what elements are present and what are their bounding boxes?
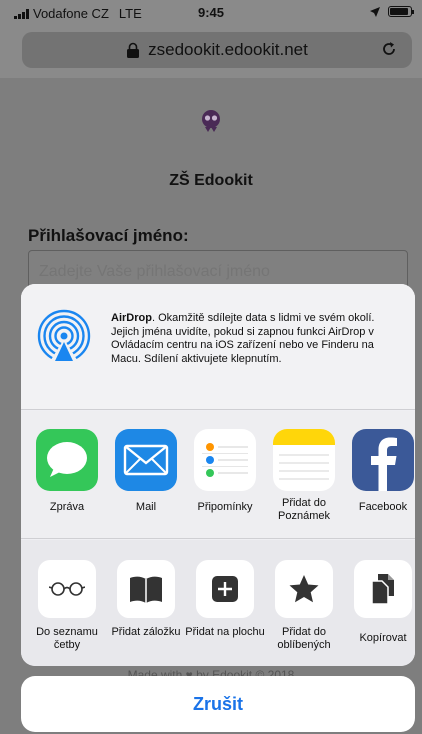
url-text: zsedookit.edookit.net [148, 40, 308, 59]
reload-icon[interactable] [380, 40, 398, 58]
browser-toolbar: zsedookit.edookit.net [0, 26, 422, 78]
action-label: Přidat na plochu [185, 626, 265, 638]
notes-icon [273, 429, 335, 491]
edookit-logo-icon [202, 110, 220, 132]
action-label: Do seznamu četby [36, 626, 98, 651]
share-app-messages[interactable]: Zpráva [27, 429, 107, 514]
address-bar[interactable]: zsedookit.edookit.net [22, 32, 412, 68]
school-name: ZŠ Edookit [169, 172, 253, 189]
book-icon [117, 560, 175, 618]
airdrop-icon [37, 309, 91, 363]
share-app-label: Přidat do Poznámek [278, 497, 330, 522]
share-actions-row: Do seznamu četby Přidat záložku Přidat n… [21, 540, 415, 666]
share-app-mail[interactable]: Mail [106, 429, 186, 514]
action-label: Přidat do oblíbených [277, 626, 331, 651]
cancel-button[interactable]: Zrušit [21, 676, 415, 732]
share-app-label: Mail [135, 501, 157, 513]
login-label: Přihlašovací jméno: [28, 226, 189, 245]
share-app-label: Facebook [358, 501, 408, 513]
action-add-bookmark[interactable]: Přidat záložku [106, 560, 186, 639]
action-label: Přidat záložku [111, 626, 181, 638]
airdrop-description: AirDrop. Okamžitě sdílejte data s lidmi … [111, 312, 403, 366]
airdrop-title: AirDrop [111, 312, 152, 324]
glasses-icon [38, 560, 96, 618]
share-app-notes[interactable]: Přidat do Poznámek [264, 429, 344, 523]
facebook-icon [352, 429, 414, 491]
share-app-label: Připomínky [197, 501, 253, 513]
star-icon [275, 560, 333, 618]
copy-icon [354, 560, 412, 618]
action-copy[interactable]: Kopírovat [343, 560, 415, 645]
status-right [370, 6, 414, 17]
share-app-reminders[interactable]: Připomínky [185, 429, 265, 514]
reminders-icon [194, 429, 256, 491]
mail-icon [115, 429, 177, 491]
action-add-favorite[interactable]: Přidat do oblíbených [264, 560, 344, 652]
location-arrow-icon [370, 6, 380, 17]
share-sheet: AirDrop. Okamžitě sdílejte data s lidmi … [21, 284, 415, 666]
add-square-icon [196, 560, 254, 618]
lock-icon [127, 42, 140, 58]
messages-icon [36, 429, 98, 491]
action-reading-list[interactable]: Do seznamu četby [27, 560, 107, 652]
share-app-facebook[interactable]: Facebook [343, 429, 415, 514]
status-bar: Vodafone CZ LTE 9:45 [0, 0, 422, 26]
status-time: 9:45 [197, 5, 225, 20]
share-apps-row: Zpráva Mail Připomínky Přidat do Poznáme… [21, 411, 415, 539]
airdrop-section[interactable]: AirDrop. Okamžitě sdílejte data s lidmi … [21, 284, 415, 410]
battery-icon [388, 6, 414, 17]
share-app-label: Zpráva [49, 501, 85, 513]
action-label: Kopírovat [359, 632, 407, 644]
action-add-to-home[interactable]: Přidat na plochu [185, 560, 265, 639]
